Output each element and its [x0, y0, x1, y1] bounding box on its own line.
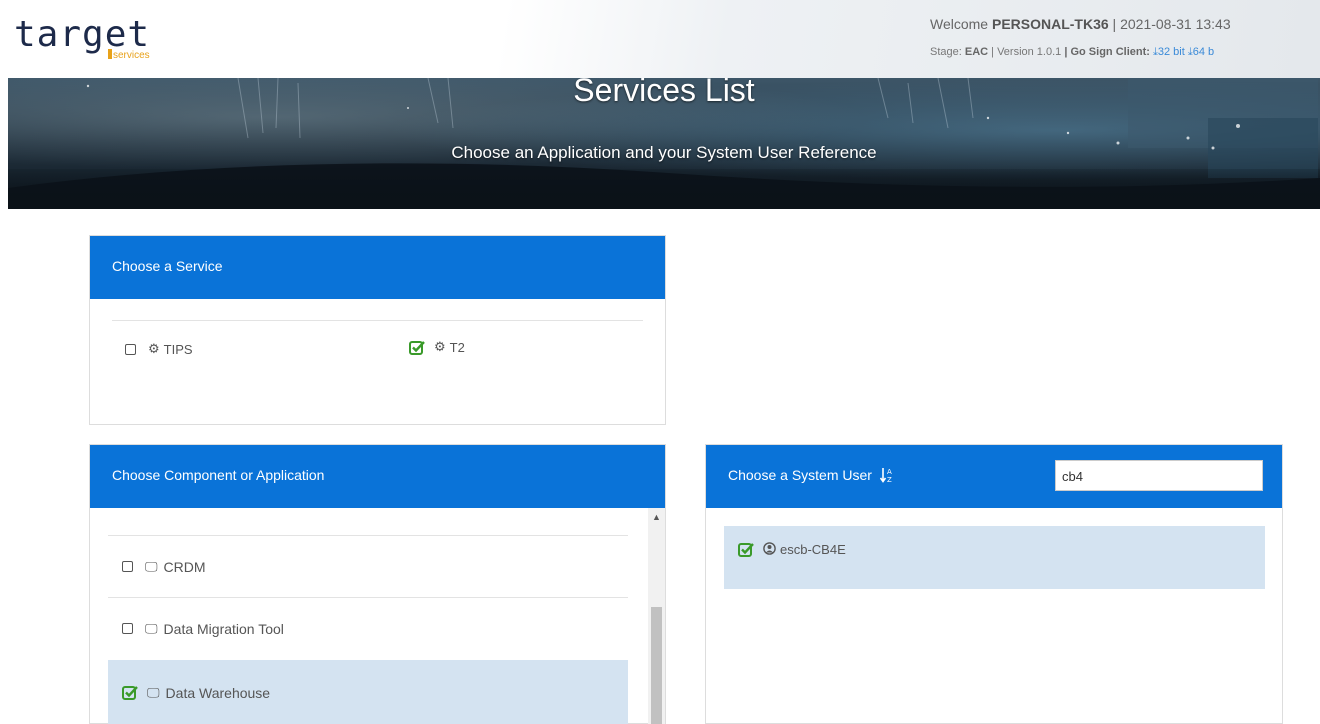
banner: Services List Choose an Application and …	[8, 78, 1320, 209]
download-32bit-link[interactable]: 32 bit	[1158, 46, 1185, 58]
checkbox-checked-icon[interactable]	[738, 542, 755, 557]
divider	[112, 320, 643, 321]
version-text: | Version 1.0.1	[988, 46, 1065, 58]
checkbox-unchecked-icon[interactable]	[122, 561, 133, 572]
stage-label: Stage:	[930, 46, 962, 58]
component-panel-title: Choose Component or Application	[112, 467, 325, 483]
user-circle-icon	[763, 542, 776, 558]
gear-icon: ⚙	[434, 339, 446, 354]
system-user-label: escb-CB4E	[780, 542, 846, 557]
checkbox-unchecked-icon[interactable]	[122, 623, 133, 634]
component-item-crdm[interactable]: 🖵 CRDM	[108, 535, 628, 597]
service-panel-title: Choose a Service	[112, 258, 223, 274]
welcome-prefix: Welcome	[930, 16, 992, 32]
download-64bit-link[interactable]: 64 b	[1193, 46, 1214, 58]
component-item-data-warehouse[interactable]: 🖵 Data Warehouse	[108, 660, 628, 724]
logo-subtitle: services	[113, 50, 150, 61]
current-datetime: 2021-08-31 13:43	[1120, 16, 1231, 32]
go-sign-label: | Go Sign Client:	[1064, 46, 1150, 58]
component-panel: Choose Component or Application 🖵 CRDM 🖵…	[89, 444, 666, 724]
service-option-label: TIPS	[163, 341, 193, 357]
logo-accent-bar	[108, 49, 112, 59]
system-user-panel-title: Choose a System User A Z	[728, 467, 893, 486]
laptop-icon: 🖵	[145, 620, 158, 636]
checkbox-checked-icon[interactable]	[122, 685, 139, 700]
laptop-icon: 🖵	[147, 684, 160, 700]
username: PERSONAL-TK36	[991, 16, 1109, 32]
component-item-label: Data Migration Tool	[163, 620, 284, 637]
checkbox-checked-icon[interactable]	[409, 340, 426, 355]
component-panel-header: Choose Component or Application	[90, 445, 665, 508]
system-user-panel-header: Choose a System User A Z cb4	[706, 445, 1282, 508]
svg-text:A: A	[887, 468, 892, 476]
component-item-label: CRDM	[163, 558, 206, 575]
banner-ground	[8, 169, 1320, 209]
component-item-data-migration-tool[interactable]: 🖵 Data Migration Tool	[108, 597, 628, 659]
checkbox-unchecked-icon[interactable]	[125, 343, 136, 355]
service-option-label: T2	[449, 339, 465, 355]
service-panel-header: Choose a Service	[90, 236, 665, 299]
scrollbar-thumb[interactable]	[651, 607, 662, 724]
system-user-title-text: Choose a System User	[728, 467, 872, 484]
welcome-line: Welcome PERSONAL-TK36 | 2021-08-31 13:43	[930, 16, 1231, 32]
stage-line: Stage: EAC | Version 1.0.1 | Go Sign Cli…	[930, 46, 1214, 59]
service-option-t2[interactable]: ⚙ T2	[409, 339, 465, 355]
sort-alpha-icon[interactable]: A Z	[879, 467, 893, 486]
page-title: Services List	[573, 78, 755, 108]
gear-icon: ⚙	[148, 341, 160, 356]
component-list[interactable]: 🖵 CRDM 🖵 Data Migration Tool 🖵 Data Ware…	[108, 508, 628, 724]
svg-text:Z: Z	[887, 476, 892, 483]
target-logo[interactable]: target	[14, 14, 150, 55]
top-header: target services Welcome PERSONAL-TK36 | …	[0, 0, 1320, 78]
page-subtitle: Choose an Application and your System Us…	[451, 143, 877, 162]
logo-text: target	[14, 14, 151, 55]
system-user-search-input[interactable]: cb4	[1055, 460, 1263, 491]
service-panel: Choose a Service ⚙ TIPS ⚙ T2	[89, 235, 666, 425]
system-user-item[interactable]: escb-CB4E	[724, 526, 1265, 589]
component-item-label: Data Warehouse	[165, 684, 271, 701]
system-user-panel: Choose a System User A Z cb4 escb-CB4E	[705, 444, 1283, 724]
laptop-icon: 🖵	[145, 558, 158, 574]
component-list-scrollbar[interactable]: ▲	[648, 508, 665, 724]
stage-value: EAC	[961, 46, 989, 58]
scroll-up-arrow-icon[interactable]: ▲	[652, 512, 661, 522]
service-option-tips[interactable]: ⚙ TIPS	[125, 341, 193, 357]
welcome-separator: |	[1108, 16, 1121, 32]
